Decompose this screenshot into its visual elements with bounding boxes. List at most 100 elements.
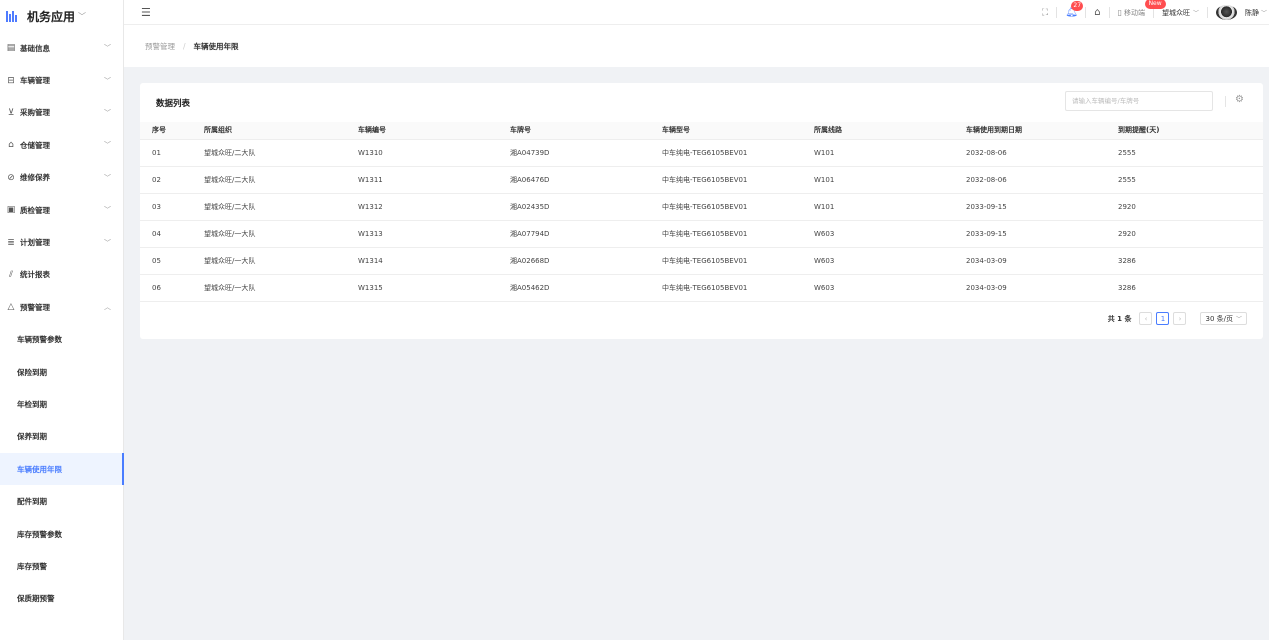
divider bbox=[1056, 7, 1058, 18]
column-header: 车辆编号 bbox=[358, 122, 510, 140]
column-header: 序号 bbox=[140, 122, 204, 140]
table-cell: W1315 bbox=[358, 274, 510, 302]
table-cell: W1310 bbox=[358, 139, 510, 167]
chevron-down-icon: ﹀ bbox=[104, 238, 111, 247]
sidebar-subitem[interactable]: 车辆使用年限 bbox=[0, 453, 124, 486]
org-selector[interactable]: 望城众旺 ﹀ bbox=[1162, 8, 1199, 18]
sidebar-subitem[interactable]: 年检到期 bbox=[0, 388, 123, 420]
column-header: 所属线路 bbox=[814, 122, 966, 140]
sidebar-subitem-label: 配件到期 bbox=[17, 497, 47, 507]
table-cell: 02 bbox=[140, 166, 204, 194]
sidebar-subitem[interactable]: 库存预警参数 bbox=[0, 518, 123, 550]
mobile-icon: ▯ bbox=[1117, 8, 1122, 17]
table-cell: W1314 bbox=[358, 247, 510, 275]
breadcrumb-parent[interactable]: 预警管理 bbox=[145, 41, 175, 52]
table-cell: 2032-08-06 bbox=[966, 139, 1118, 167]
chevron-down-icon: ﹀ bbox=[104, 206, 111, 215]
table-cell: 湘A06476D bbox=[510, 166, 662, 194]
table-cell: 2034-03-09 bbox=[966, 274, 1118, 302]
sidebar-item-8[interactable]: △ 预警管理 ︿ bbox=[0, 291, 123, 323]
column-header: 车辆使用到期日期 bbox=[966, 122, 1118, 140]
sidebar-item-label: 基础信息 bbox=[20, 43, 50, 53]
table-row[interactable]: 04 望城众旺/一大队 W1313 湘A07794D 中车纯电-TEG6105BEV01… bbox=[140, 220, 1263, 248]
table-cell: 中车纯电-TEG6105BEV01 bbox=[662, 247, 814, 275]
avatar[interactable] bbox=[1215, 5, 1237, 20]
wrench-icon: ⊘ bbox=[7, 172, 15, 183]
table-row[interactable]: 05 望城众旺/一大队 W1314 湘A02668D 中车纯电-TEG6105BEV01… bbox=[140, 247, 1263, 275]
sidebar-subitem[interactable]: 保质期预警 bbox=[0, 583, 123, 615]
settings-icon[interactable]: ⚙ bbox=[1235, 94, 1244, 105]
fullscreen-icon[interactable]: ⛶ bbox=[1042, 8, 1048, 18]
sidebar: 机务应用 ﹀ ▤ 基础信息 ﹀ ⊟ 车辆管理 ﹀ ⊻ 采购管理 ﹀ ⌂ 仓储管理 ﹀ ⊘ 维修保养 ﹀ ▣ 质检… bbox=[0, 0, 124, 640]
pagination: 共 1 条 ‹ 1 › 30 条/页 ﹀ bbox=[1108, 312, 1247, 325]
app-title: 机务应用 bbox=[27, 9, 76, 24]
next-page-button[interactable]: › bbox=[1173, 312, 1187, 325]
table-cell: 2034-03-09 bbox=[966, 247, 1118, 275]
sidebar-menu: ▤ 基础信息 ﹀ ⊟ 车辆管理 ﹀ ⊻ 采购管理 ﹀ ⌂ 仓储管理 ﹀ ⊘ 维修保养 ﹀ ▣ 质检管理 ﹀ ≣ 计划管… bbox=[0, 32, 124, 615]
page-size-select[interactable]: 30 条/页 ﹀ bbox=[1200, 312, 1247, 325]
plan-icon: ≣ bbox=[7, 237, 15, 248]
table-cell: W1312 bbox=[358, 193, 510, 221]
mobile-app-link[interactable]: ▯ 移动端 New bbox=[1117, 0, 1166, 18]
divider bbox=[1206, 7, 1208, 18]
table-cell: 中车纯电-TEG6105BEV01 bbox=[662, 274, 814, 302]
search-input[interactable] bbox=[1065, 91, 1213, 111]
org-name: 望城众旺 bbox=[1161, 8, 1190, 17]
prev-page-button[interactable]: ‹ bbox=[1139, 312, 1153, 325]
column-header: 车辆型号 bbox=[662, 122, 814, 140]
chevron-down-icon: ﹀ bbox=[104, 44, 111, 53]
user-name[interactable]: 陈静 bbox=[1245, 8, 1259, 18]
table-cell: 湘A02435D bbox=[510, 193, 662, 221]
cart-icon: ⊻ bbox=[7, 107, 15, 118]
data-table: 序号 所属组织 车辆编号 车牌号 车辆型号 所属线路 车辆使用到期日期 到期提醒(天) 01 望… bbox=[140, 122, 1263, 302]
sidebar-item-1[interactable]: ⊟ 车辆管理 ﹀ bbox=[0, 64, 123, 96]
table-body: 01 望城众旺/二大队 W1310 湘A04739D 中车纯电-TEG6105BEV01… bbox=[140, 139, 1263, 302]
sidebar-subitem[interactable]: 保养到期 bbox=[0, 421, 123, 453]
table-row[interactable]: 03 望城众旺/二大队 W1312 湘A02435D 中车纯电-TEG6105BEV01… bbox=[140, 193, 1263, 221]
table-header-row: 序号 所属组织 车辆编号 车牌号 车辆型号 所属线路 车辆使用到期日期 到期提醒(天) bbox=[140, 122, 1263, 140]
table-cell: W1313 bbox=[358, 220, 510, 248]
table-row[interactable]: 02 望城众旺/二大队 W1311 湘A06476D 中车纯电-TEG6105BEV01… bbox=[140, 166, 1263, 194]
sidebar-item-7[interactable]: ⫽ 统计报表 bbox=[0, 259, 123, 291]
table-cell: W603 bbox=[814, 220, 966, 248]
page-number-button[interactable]: 1 bbox=[1156, 312, 1170, 325]
sidebar-item-0[interactable]: ▤ 基础信息 ﹀ bbox=[0, 32, 123, 64]
divider bbox=[1225, 96, 1226, 107]
table-cell: 中车纯电-TEG6105BEV01 bbox=[662, 139, 814, 167]
chevron-down-icon: ﹀ bbox=[1192, 10, 1199, 17]
table-cell: W603 bbox=[814, 247, 966, 275]
data-list-card: 数据列表 ⚙ 序号所属组织车辆编号车牌号车辆型号所属线路车辆使用到期日期到期提醒… bbox=[140, 83, 1263, 339]
sidebar-subitem[interactable]: 配件到期 bbox=[0, 485, 123, 517]
table-cell: 望城众旺/一大队 bbox=[204, 220, 358, 248]
sidebar-item-6[interactable]: ≣ 计划管理 ﹀ bbox=[0, 226, 123, 258]
sidebar-item-label: 维修保养 bbox=[20, 173, 50, 183]
table-row[interactable]: 01 望城众旺/二大队 W1310 湘A04739D 中车纯电-TEG6105BEV01… bbox=[140, 139, 1263, 167]
notification-button[interactable]: 🔔︎ 27 bbox=[1065, 0, 1084, 19]
sidebar-item-4[interactable]: ⊘ 维修保养 ﹀ bbox=[0, 162, 123, 194]
chart-icon: ⫽ bbox=[8, 269, 13, 280]
sidebar-item-label: 预警管理 bbox=[20, 302, 50, 312]
home-icon[interactable]: ⌂ bbox=[1094, 7, 1100, 18]
table-cell: 望城众旺/一大队 bbox=[204, 247, 358, 275]
table-cell: 01 bbox=[140, 139, 204, 167]
sidebar-subitem-label: 库存预警 bbox=[17, 561, 47, 571]
sidebar-subitem[interactable]: 库存预警 bbox=[0, 550, 123, 582]
sidebar-subitem[interactable]: 保险到期 bbox=[0, 356, 123, 388]
sidebar-item-3[interactable]: ⌂ 仓储管理 ﹀ bbox=[0, 129, 123, 161]
sidebar-item-label: 统计报表 bbox=[20, 270, 50, 280]
chevron-down-icon: ﹀ bbox=[78, 11, 87, 21]
sidebar-subitem-label: 保险到期 bbox=[17, 367, 47, 377]
column-header: 到期提醒(天) bbox=[1118, 122, 1263, 140]
menu-collapse-icon[interactable]: ☰ bbox=[141, 6, 155, 19]
table-cell: 06 bbox=[140, 274, 204, 302]
app-switcher[interactable]: 机务应用 ﹀ bbox=[0, 0, 123, 32]
sidebar-item-5[interactable]: ▣ 质检管理 ﹀ bbox=[0, 194, 123, 226]
table-cell: W1311 bbox=[358, 166, 510, 194]
warehouse-icon: ⌂ bbox=[8, 140, 14, 151]
sidebar-subitem-label: 车辆使用年限 bbox=[17, 464, 62, 474]
sidebar-item-2[interactable]: ⊻ 采购管理 ﹀ bbox=[0, 97, 123, 129]
table-row[interactable]: 06 望城众旺/一大队 W1315 湘A05462D 中车纯电-TEG6105BEV01… bbox=[140, 274, 1263, 302]
table-cell: 03 bbox=[140, 193, 204, 221]
sidebar-subitem[interactable]: 车辆预警参数 bbox=[0, 324, 123, 356]
table-cell: 中车纯电-TEG6105BEV01 bbox=[662, 166, 814, 194]
